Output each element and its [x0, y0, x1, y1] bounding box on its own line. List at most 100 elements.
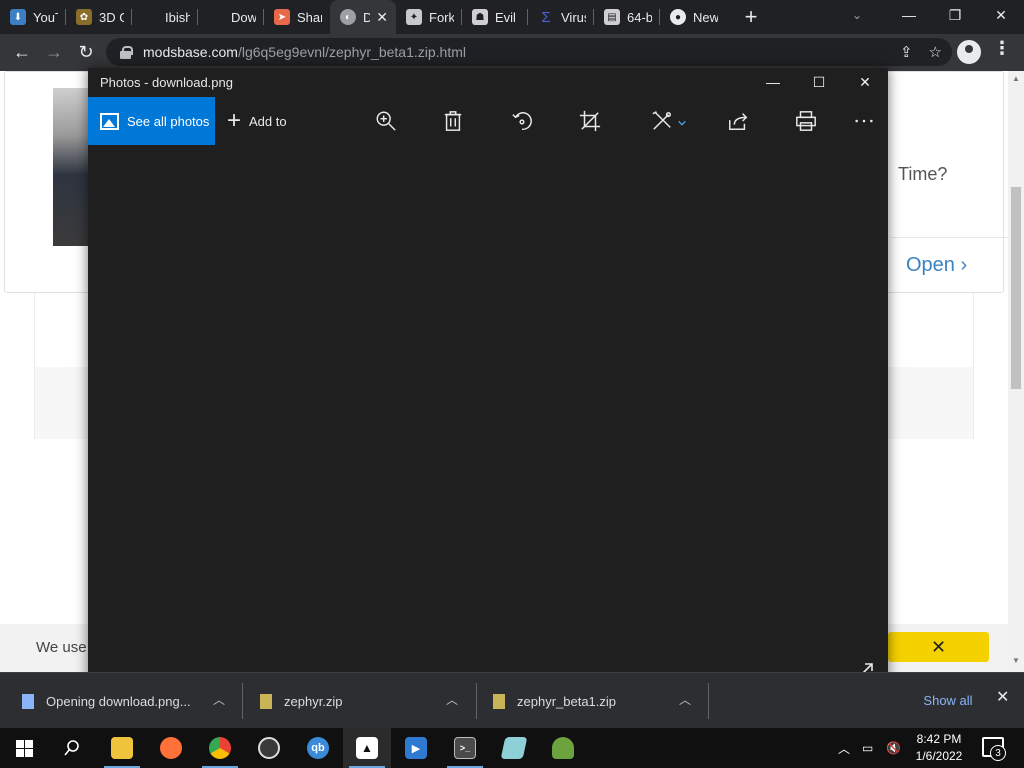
- forward-icon[interactable]: →: [38, 37, 70, 69]
- fork-icon: ✦: [406, 9, 422, 25]
- taskbar-chrome[interactable]: [196, 728, 244, 768]
- download-item[interactable]: zephyr_beta1.zip: [493, 673, 616, 729]
- page-scrollbar[interactable]: [1008, 71, 1024, 672]
- photos-close-icon[interactable]: ✕: [842, 68, 888, 96]
- tab-youtube-download[interactable]: ⬇ YouT: [0, 0, 66, 34]
- download-name: zephyr.zip: [284, 693, 343, 709]
- scrollbar-thumb[interactable]: [1011, 187, 1021, 389]
- tab-title: Dowr: [231, 9, 256, 25]
- photos-minimize-icon[interactable]: —: [750, 68, 796, 96]
- show-all-downloads-button[interactable]: Show all: [914, 687, 982, 713]
- virus-total-icon: Σ: [538, 9, 554, 26]
- tab-strip: ⬇ YouT ✿ 3D G Ibish Dowr ➤ Shar ◐ D ✕ ✦ …: [0, 0, 1024, 34]
- download-name: zephyr_beta1.zip: [517, 693, 617, 709]
- bonsai-icon: [552, 737, 574, 759]
- chevron-down-icon[interactable]: [676, 111, 688, 135]
- start-button[interactable]: [0, 728, 48, 768]
- firefox-icon: [160, 737, 182, 759]
- close-window-icon[interactable]: ✕: [978, 0, 1024, 30]
- new-tab-button[interactable]: +: [734, 0, 768, 34]
- see-all-photos-label: See all photos: [127, 113, 210, 129]
- tab-title: Evil L: [495, 9, 520, 25]
- taskbar-video-editor[interactable]: ▶: [392, 728, 440, 768]
- cookie-close-button[interactable]: ✕: [888, 632, 989, 662]
- tab-forking[interactable]: ✦ Forki: [396, 0, 462, 34]
- more-options-icon[interactable]: [852, 109, 876, 133]
- add-to-button[interactable]: + Add to: [227, 97, 287, 145]
- url-path: /lg6q5eg9evnl/zephyr_beta1.zip.html: [237, 44, 466, 60]
- document-icon: ▤: [604, 9, 620, 25]
- see-all-photos-button[interactable]: See all photos: [88, 97, 215, 145]
- edit-create-icon[interactable]: [650, 109, 674, 133]
- tab-new[interactable]: ● New: [660, 0, 726, 34]
- tab-virustotal[interactable]: Σ Virus: [528, 0, 594, 34]
- taskbar-qbittorrent[interactable]: qb: [294, 728, 342, 768]
- tab-title: Virus: [561, 9, 586, 25]
- tab-64bit[interactable]: ▤ 64-b: [594, 0, 660, 34]
- share-icon[interactable]: [726, 109, 750, 133]
- network-icon[interactable]: ▭: [862, 728, 873, 768]
- delete-icon[interactable]: [441, 109, 465, 133]
- taskbar-photos[interactable]: ▲: [343, 728, 391, 768]
- search-button[interactable]: [48, 728, 96, 768]
- bookmark-star-icon[interactable]: ☆: [929, 43, 942, 61]
- crop-icon[interactable]: [578, 109, 602, 133]
- share-icon: ➤: [274, 9, 290, 25]
- back-icon[interactable]: ←: [6, 37, 38, 69]
- scroll-up-icon[interactable]: ▲: [1012, 74, 1020, 83]
- close-shelf-icon[interactable]: ✕: [996, 687, 1009, 707]
- taskbar-obs[interactable]: [245, 728, 293, 768]
- profile-avatar-icon[interactable]: [957, 40, 981, 64]
- tab-evil[interactable]: ☗ Evil L: [462, 0, 528, 34]
- print-icon[interactable]: [794, 109, 818, 133]
- photos-toolbar: See all photos + Add to: [88, 97, 888, 145]
- qbittorrent-icon: qb: [307, 737, 329, 759]
- hidden-icons-chevron-icon[interactable]: ︿: [838, 728, 850, 768]
- video-editor-icon: ▶: [405, 737, 427, 759]
- tab-download[interactable]: Dowr: [198, 0, 264, 34]
- scroll-down-icon[interactable]: ▼: [1012, 656, 1020, 665]
- windows-logo-icon: [15, 739, 33, 757]
- restore-icon[interactable]: ❐: [932, 0, 978, 30]
- tab-3d-game[interactable]: ✿ 3D G: [66, 0, 132, 34]
- volume-muted-icon[interactable]: 🔇: [886, 728, 901, 768]
- plus-icon: +: [227, 107, 242, 134]
- chevron-up-icon[interactable]: ︿: [446, 691, 458, 708]
- download-item[interactable]: zephyr.zip: [260, 673, 343, 729]
- blank-icon: [208, 9, 224, 25]
- share-page-icon[interactable]: ⇪: [900, 43, 913, 61]
- download-item[interactable]: Opening download.png...: [22, 673, 191, 729]
- rotate-icon[interactable]: [510, 109, 534, 133]
- address-bar[interactable]: modsbase.com /lg6q5eg9evnl/zephyr_beta1.…: [106, 38, 952, 66]
- chevron-up-icon[interactable]: ︿: [213, 691, 225, 708]
- close-tab-icon[interactable]: ✕: [376, 9, 388, 26]
- clock-date: 1/6/2022: [915, 749, 963, 763]
- zoom-in-icon[interactable]: [374, 109, 398, 133]
- tab-ibish[interactable]: Ibish: [132, 0, 198, 34]
- tab-title: D: [363, 9, 371, 25]
- system-clock[interactable]: 8:42 PM 1/6/2022: [910, 731, 968, 765]
- tab-title: 64-b: [627, 9, 652, 25]
- taskbar-firefox[interactable]: [147, 728, 195, 768]
- browser-toolbar: ← → ↻ modsbase.com /lg6q5eg9evnl/zephyr_…: [0, 34, 1024, 71]
- zip-file-icon: [493, 693, 505, 709]
- taskbar: qb ▲ ▶ >_ ︿ ▭ 🔇 8:42 PM 1/6/2022 3: [0, 728, 1024, 768]
- minimize-icon[interactable]: —: [886, 0, 932, 30]
- tab-active[interactable]: ◐ D ✕: [330, 0, 396, 34]
- chevron-up-icon[interactable]: ︿: [679, 691, 691, 708]
- tab-search-icon[interactable]: ⌄: [852, 8, 862, 22]
- taskbar-file-explorer[interactable]: [98, 728, 146, 768]
- taskbar-terminal[interactable]: >_: [441, 728, 489, 768]
- browser-menu-icon[interactable]: ⋮: [993, 38, 1011, 59]
- game-icon: ✿: [76, 9, 92, 25]
- download-name: Opening download.png...: [46, 693, 191, 709]
- taskbar-bonsai[interactable]: [539, 728, 587, 768]
- tab-title: New: [693, 9, 718, 25]
- taskbar-file[interactable]: [490, 728, 538, 768]
- add-to-label: Add to: [249, 113, 287, 129]
- open-link[interactable]: Open ›: [906, 254, 967, 277]
- tab-share[interactable]: ➤ Shar: [264, 0, 330, 34]
- reload-icon[interactable]: ↻: [70, 37, 102, 69]
- photos-maximize-icon[interactable]: ☐: [796, 68, 842, 96]
- obs-icon: [258, 737, 280, 759]
